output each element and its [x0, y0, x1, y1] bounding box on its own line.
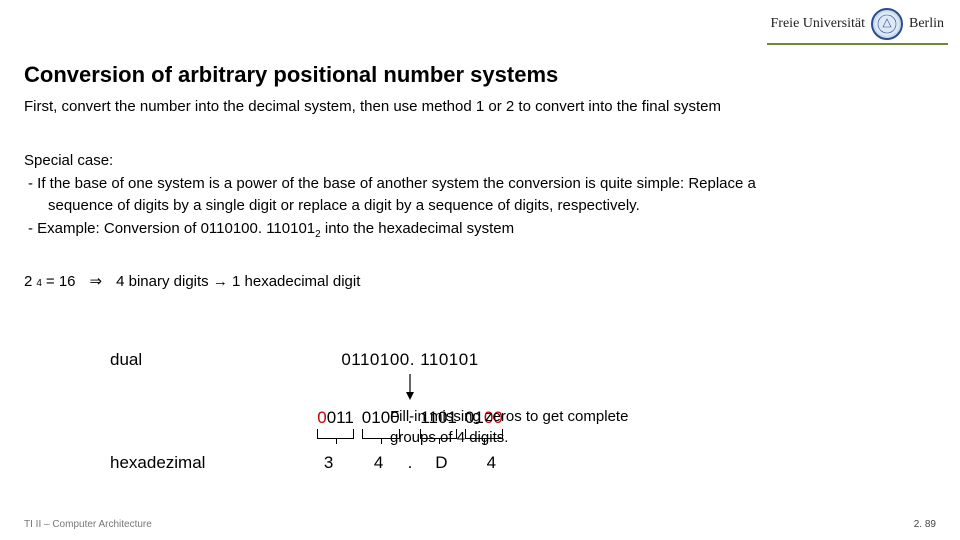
university-logo: Freie Universität Berlin	[767, 6, 948, 45]
group-1-rest: 011	[327, 408, 354, 427]
hex-digits: 3 4 . D 4	[260, 453, 560, 473]
special-bullet-1: - If the base of one system is a power o…	[24, 173, 936, 218]
grouped-row: 0011 0100 . 1101 0100 Fill-in missing z	[110, 408, 850, 439]
footer-right: 2. 89	[914, 519, 936, 530]
power-eq: = 16	[46, 273, 76, 290]
footer-left: TI II – Computer Architecture	[24, 519, 152, 530]
fillin-note: Fill-in missing zeros to get complete gr…	[390, 406, 650, 448]
seal-icon	[871, 8, 903, 40]
power-base: 2	[24, 273, 32, 290]
hex-3: D	[420, 453, 462, 473]
power-relation: 24 = 16 ⇒ 4 binary digits → 1 hexadecima…	[24, 272, 360, 290]
hex-4: 4	[470, 453, 512, 473]
bracket-icon	[317, 429, 354, 439]
arrow-down-icon	[404, 374, 416, 400]
special-bullet-2b: into the hexadecimal system	[321, 220, 514, 237]
hex-area: 3 4 . D 4	[260, 453, 560, 473]
logo-text-left: Freie Universität	[771, 16, 865, 32]
hex-1: 3	[308, 453, 350, 473]
power-rest: 4 binary digits → 1 hexadecimal digit	[116, 273, 360, 290]
group-1: 0011	[317, 408, 354, 439]
intro-text: First, convert the number into the decim…	[24, 98, 936, 115]
conversion-diagram: dual 0110100. 110101 0011 0100 .	[110, 350, 850, 473]
dual-row: dual 0110100. 110101	[110, 350, 850, 370]
special-bullet-1b: sequence of digits by a single digit or …	[38, 195, 640, 218]
group-1-pad: 0	[317, 408, 326, 427]
special-bullet-2a: - Example: Conversion of 0110100. 110101	[28, 220, 315, 237]
hex-row: hexadezimal 3 4 . D 4	[110, 453, 850, 473]
logo-text-right: Berlin	[909, 16, 944, 32]
slide-title: Conversion of arbitrary positional numbe…	[24, 62, 558, 88]
dual-number-area: 0110100. 110101	[260, 350, 560, 370]
implies-symbol: ⇒	[90, 272, 103, 290]
dual-label: dual	[110, 350, 260, 370]
hex-dot: .	[408, 453, 413, 473]
special-case-block: Special case: - If the base of one syste…	[24, 150, 936, 242]
header: Freie Universität Berlin	[0, 0, 960, 50]
special-head: Special case:	[24, 150, 936, 173]
special-bullet-1a: - If the base of one system is a power o…	[28, 175, 756, 192]
power-exp: 4	[36, 278, 42, 289]
hex-2: 4	[358, 453, 400, 473]
dual-number: 0110100. 110101	[341, 350, 478, 369]
hex-label: hexadezimal	[110, 453, 260, 473]
special-bullet-2: - Example: Conversion of 0110100. 110101…	[24, 218, 936, 242]
